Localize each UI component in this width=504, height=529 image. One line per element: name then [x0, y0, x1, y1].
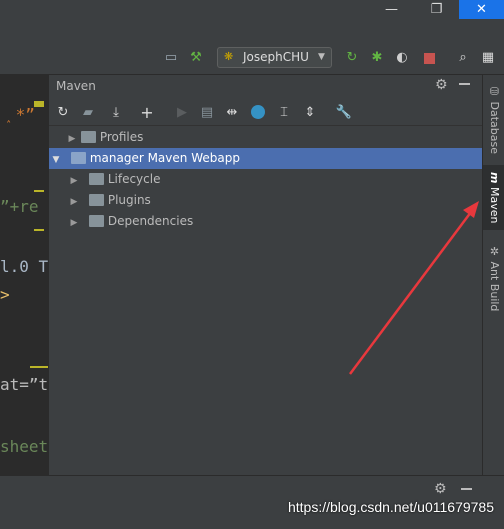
dependencies-folder-icon	[88, 215, 104, 227]
execute-goal-icon[interactable]: ▤	[198, 104, 216, 122]
show-dependencies-icon[interactable]: ⌶	[275, 104, 293, 122]
reload-icon[interactable]: ↻	[54, 104, 72, 122]
menu-bar-area	[0, 19, 504, 43]
plugins-folder-icon	[88, 194, 104, 206]
watermark: https://blog.csdn.net/u011679785	[287, 499, 494, 515]
expand-arrow-icon[interactable]: ▶	[69, 171, 79, 192]
tree-item-label: Lifecycle	[107, 172, 161, 186]
maven-icon: m	[488, 171, 501, 184]
gear-icon[interactable]: ⚙	[435, 77, 448, 93]
tree-item-dependencies[interactable]: ▶ Dependencies	[49, 211, 483, 232]
minimize-button[interactable]: —	[369, 0, 414, 19]
code-line: sheet”	[0, 437, 48, 456]
stop-icon[interactable]	[424, 53, 435, 64]
run-configuration-dropdown[interactable]: ❋ JosephCHU ▼	[217, 47, 332, 68]
gear-icon[interactable]: ⚙	[434, 481, 447, 497]
maven-header: Maven ⚙	[49, 75, 483, 97]
lifecycle-folder-icon	[88, 173, 104, 185]
tab-label: Maven	[488, 186, 501, 224]
tree-item-plugins[interactable]: ▶ Plugins	[49, 190, 483, 211]
expand-arrow-icon[interactable]: ▶	[69, 192, 79, 213]
coverage-icon[interactable]: ◐	[394, 50, 410, 66]
tab-label: Database	[488, 101, 501, 154]
tab-database[interactable]: ⛁ Database	[483, 79, 504, 159]
toggle-offline-icon[interactable]: ⇹	[223, 104, 241, 122]
terminal-icon[interactable]: ▭	[163, 50, 179, 66]
collapse-all-icon[interactable]: ⇕	[301, 104, 319, 122]
tree-item-label: manager Maven Webapp	[89, 151, 240, 165]
expand-arrow-icon[interactable]: ▶	[69, 213, 79, 234]
run-icon[interactable]: ▶	[173, 104, 191, 122]
maven-tool-window: Maven ⚙ ↻ ▰ ⤓ + ▶ ▤ ⇹ ⌶ ⇕ 🔧 ▶ Profiles ▼…	[48, 75, 483, 475]
expand-arrow-icon[interactable]: ▶	[67, 129, 77, 150]
code-marker	[34, 190, 44, 192]
ant-icon: ✲	[488, 244, 501, 258]
tree-item-label: Dependencies	[107, 214, 194, 228]
maven-module-icon	[70, 152, 86, 164]
right-tool-strip: ⛁ Database m Maven ✲ Ant Build	[482, 75, 504, 475]
hide-icon[interactable]	[461, 488, 472, 490]
tree-item-label: Plugins	[107, 193, 151, 207]
window-titlebar: — ❐ ✕	[0, 0, 504, 19]
reimport-folder-icon[interactable]: ▰	[79, 104, 97, 122]
database-icon: ⛁	[488, 84, 501, 98]
hammer-icon[interactable]: ⚒	[188, 50, 204, 66]
tree-item-lifecycle[interactable]: ▶ Lifecycle	[49, 169, 483, 190]
run-config-label: JosephCHU	[243, 50, 309, 64]
code-marker	[34, 229, 44, 231]
code-line: at=”te	[0, 375, 48, 394]
wrench-icon[interactable]: 🔧	[335, 104, 353, 122]
layout-icon[interactable]: ▦	[480, 50, 496, 66]
debug-icon[interactable]: ✱	[369, 50, 385, 66]
collapse-arrow-icon[interactable]: ▼	[51, 150, 61, 171]
rerun-icon[interactable]: ↻	[344, 50, 360, 66]
code-line: ˰*”	[6, 105, 35, 124]
code-line: >	[0, 285, 10, 304]
tab-ant-build[interactable]: ✲ Ant Build	[483, 238, 504, 318]
tree-item-label: Profiles	[99, 130, 144, 144]
code-line: l.0 Tr	[0, 257, 48, 276]
close-button[interactable]: ✕	[459, 0, 504, 19]
code-marker	[30, 366, 48, 368]
tab-label: Ant Build	[488, 261, 501, 312]
folder-icon	[80, 131, 96, 143]
tree-item-project[interactable]: ▼ manager Maven Webapp	[49, 148, 483, 169]
hide-icon[interactable]	[459, 83, 470, 85]
add-icon[interactable]: +	[138, 104, 156, 122]
maven-title: Maven	[56, 79, 96, 93]
download-icon[interactable]: ⤓	[107, 104, 125, 122]
maximize-button[interactable]: ❐	[414, 0, 459, 19]
code-line: ”+re	[0, 197, 39, 216]
tree-item-profiles[interactable]: ▶ Profiles	[49, 127, 483, 148]
tab-maven[interactable]: m Maven	[483, 165, 504, 230]
code-marker	[34, 101, 44, 107]
code-editor[interactable]: ˰*” ”+re l.0 Tr > at=”te sheet”	[0, 75, 48, 475]
tomcat-icon: ❋	[224, 50, 234, 63]
chevron-down-icon: ▼	[318, 52, 325, 62]
search-icon[interactable]: ⌕	[455, 50, 471, 66]
skip-tests-icon[interactable]	[251, 105, 265, 119]
